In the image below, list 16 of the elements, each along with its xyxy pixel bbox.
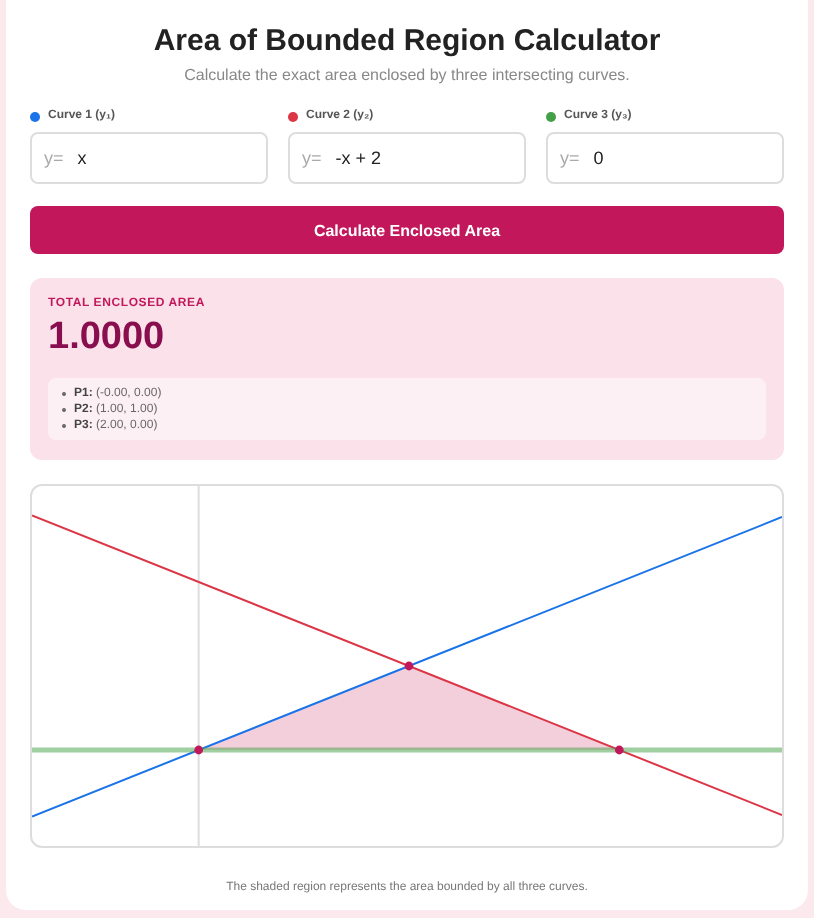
intersection-point (194, 745, 204, 755)
field-value: x (77, 148, 87, 168)
result-value: 1.0000 (48, 316, 167, 360)
input-field[interactable]: y= x (30, 132, 268, 184)
field-value: 0 (593, 148, 604, 168)
prefix-label: y= (302, 148, 322, 168)
field-value: -x + 2 (335, 148, 382, 168)
subtitle: Calculate the exact area enclosed by three intersecting curves. (182, 66, 632, 84)
prefix-label: y= (560, 148, 580, 168)
prefix-label: y= (44, 148, 64, 168)
input-field[interactable]: y= -x + 2 (288, 132, 526, 184)
page-title: Area of Bounded Region Calculator (151, 24, 663, 58)
input-field[interactable]: y= 0 (546, 132, 784, 184)
intersection-point (404, 661, 414, 671)
calculate-button[interactable]: Calculate Enclosed Area (30, 206, 784, 254)
intersection-point (614, 745, 624, 755)
